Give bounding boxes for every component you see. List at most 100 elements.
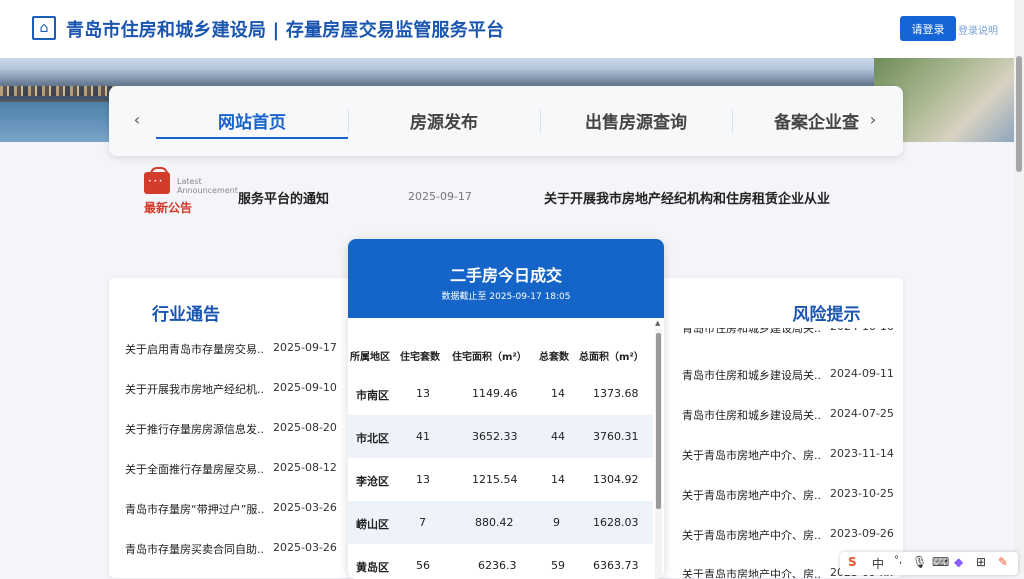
list-item-date: 2025-03-26 <box>273 541 337 554</box>
list-item-title: 关于青岛市房地产中介、房... <box>682 449 822 462</box>
table-scroll-up-icon[interactable]: ▲ <box>655 319 660 327</box>
nav-item-sale-search[interactable]: 出售房源查询 <box>540 108 732 133</box>
home-logo-icon[interactable]: ⌂ <box>32 16 56 40</box>
table-cell: 3760.31 <box>593 430 639 443</box>
nav-item-listing-publish[interactable]: 房源发布 <box>348 108 540 133</box>
chevron-right-icon[interactable]: › <box>865 110 881 129</box>
announcement-date: 2025-09-17 <box>408 190 472 203</box>
list-item-date: 2025-08-12 <box>273 461 337 474</box>
table-cell: 市南区 <box>356 389 389 402</box>
announcement-item[interactable]: 关于开展我市房地产经纪机构和住房租赁企业从业 <box>544 188 854 207</box>
list-item-title: 关于青岛市房地产中介、房... <box>682 568 822 578</box>
nav-item-home[interactable]: 网站首页 <box>156 108 348 133</box>
page-scrollbar-thumb[interactable] <box>1016 56 1022 172</box>
list-item-title: 关于推行存量房房源信息发... <box>125 423 265 436</box>
risk-notice-panel: 风险提示 青岛市住房和城乡建设局关... 2024-10-16 青岛市住房和城乡建… <box>642 278 903 578</box>
table-row: 李沧区 13 1215.54 14 1304.92 <box>348 458 653 501</box>
table-cell: 6363.73 <box>593 559 639 572</box>
chevron-left-icon[interactable]: ‹ <box>129 110 145 129</box>
table-cell: 李沧区 <box>356 475 389 488</box>
daily-deals-header: 二手房今日成交 数据截止至 2025-09-17 18:05 <box>348 239 664 318</box>
table-scrollbar-thumb[interactable] <box>656 333 661 509</box>
table-cell: 6236.3 <box>478 559 517 572</box>
toolbox-icon[interactable]: ✎ <box>998 555 1008 569</box>
list-item-title: 青岛市住房和城乡建设局关... <box>682 409 822 422</box>
main-nav: ‹ 网站首页 房源发布 出售房源查询 备案企业查 › <box>109 86 903 156</box>
list-item[interactable]: 关于全面推行存量房屋交易... 2025-08-12 <box>125 461 361 479</box>
list-item-title: 关于开展我市房地产经纪机... <box>125 383 265 396</box>
list-item-title: 青岛市住房和城乡建设局关... <box>682 328 822 335</box>
table-cell: 3652.33 <box>472 430 518 443</box>
table-cell: 崂山区 <box>356 518 389 531</box>
sogou-icon[interactable]: S <box>848 555 857 569</box>
table-cell: 7 <box>419 516 426 529</box>
list-item[interactable]: 青岛市住房和城乡建设局关... 2024-07-25 <box>682 407 894 425</box>
table-cell: 市北区 <box>356 432 389 445</box>
column-header: 所属地区 <box>350 352 390 363</box>
ime-toolbar: S 中 °, 🎙 ⌨ ◆ ⊞ ✎ <box>840 552 1018 575</box>
table-cell: 9 <box>553 516 560 529</box>
top-header: ⌂ 青岛市住房和城乡建设局 | 存量房屋交易监管服务平台 请登录 登录说明 <box>0 0 1014 58</box>
list-item[interactable]: 关于青岛市房地产中介、房... 2023-10-25 <box>682 487 894 505</box>
skin-icon[interactable]: ◆ <box>954 555 963 569</box>
column-header: 总面积（m²） <box>579 352 644 363</box>
industry-notice-title[interactable]: 行业通告 <box>109 300 317 325</box>
list-item-date: 2023-09-26 <box>830 527 894 540</box>
list-item[interactable]: 关于推行存量房房源信息发... 2025-08-20 <box>125 421 361 439</box>
list-item[interactable]: 青岛市住房和城乡建设局关... 2024-10-16 <box>682 328 893 338</box>
list-item-title: 关于全面推行存量房屋交易... <box>125 463 265 476</box>
table-cell: 14 <box>551 473 565 486</box>
table-row: 市南区 13 1149.46 14 1373.68 <box>348 372 653 415</box>
daily-deals-card: 二手房今日成交 数据截止至 2025-09-17 18:05 所属地区 住宅套数… <box>348 239 664 579</box>
list-item-date: 2024-07-25 <box>830 407 894 420</box>
list-item-title: 关于青岛市房地产中介、房... <box>682 489 822 502</box>
column-header: 住宅套数 <box>400 352 440 363</box>
list-item[interactable]: 关于青岛市房地产中介、房... 2023-11-14 <box>682 447 894 465</box>
list-item[interactable]: 青岛市存量房“带押过户”服... 2025-03-26 <box>125 501 361 519</box>
announcement-icon <box>144 167 170 194</box>
announcement-item[interactable]: 服务平台的通知 <box>238 188 329 207</box>
table-cell: 13 <box>416 473 430 486</box>
table-cell: 1373.68 <box>593 387 639 400</box>
table-cell: 14 <box>551 387 565 400</box>
list-item[interactable]: 关于开展我市房地产经纪机... 2025-09-10 <box>125 381 361 399</box>
column-header: 住宅面积（m²） <box>452 352 527 363</box>
list-item-date: 2025-09-17 <box>273 341 337 354</box>
list-item[interactable]: 青岛市住房和城乡建设局关... 2024-09-11 <box>682 367 894 385</box>
table-cell: 41 <box>416 430 430 443</box>
list-item[interactable]: 关于启用青岛市存量房交易... 2025-09-17 <box>125 341 361 359</box>
punctuation-icon[interactable]: °, <box>894 555 902 566</box>
list-item-date: 2024-09-11 <box>830 367 894 380</box>
list-item-date: 2023-10-25 <box>830 487 894 500</box>
list-item-title: 关于青岛市房地产中介、房... <box>682 529 822 542</box>
grid-icon[interactable]: ⊞ <box>976 555 986 569</box>
risk-notice-title[interactable]: 风险提示 <box>696 300 903 325</box>
ime-mode-toggle[interactable]: 中 <box>872 555 884 572</box>
list-item[interactable]: 关于青岛市房地产中介、房... 2023-09-26 <box>682 527 894 545</box>
login-button[interactable]: 请登录 <box>900 16 956 41</box>
table-cell: 1304.92 <box>593 473 639 486</box>
list-item-title: 青岛市存量房“带押过户”服... <box>125 503 265 516</box>
list-item[interactable]: 青岛市存量房买卖合同自助... 2025-03-26 <box>125 541 361 559</box>
keyboard-icon[interactable]: ⌨ <box>932 555 949 569</box>
list-item-title: 关于启用青岛市存量房交易... <box>125 343 265 356</box>
announcement-label: 最新公告 <box>144 201 193 215</box>
list-item-date: 2025-08-20 <box>273 421 337 434</box>
table-row: 市北区 41 3652.33 44 3760.31 <box>348 415 653 458</box>
site-title[interactable]: 青岛市住房和城乡建设局 | 存量房屋交易监管服务平台 <box>66 16 504 42</box>
table-row: 崂山区 7 880.42 9 1628.03 <box>348 501 653 544</box>
login-help-link[interactable]: 登录说明 <box>958 22 998 37</box>
daily-deals-subtitle: 数据截止至 2025-09-17 18:05 <box>441 292 571 302</box>
industry-notice-panel: 行业通告 关于启用青岛市存量房交易... 2025-09-17 关于开展我市房地产… <box>109 278 371 578</box>
microphone-icon[interactable]: 🎙 <box>912 555 927 569</box>
table-header: 所属地区 住宅套数 住宅面积（m²） 总套数 总面积（m²） <box>348 338 653 372</box>
nav-active-underline <box>156 137 348 139</box>
table-cell: 1628.03 <box>593 516 639 529</box>
list-item-title: 青岛市存量房买卖合同自助... <box>125 543 265 556</box>
table-cell: 1215.54 <box>472 473 518 486</box>
table-cell: 56 <box>416 559 430 572</box>
table-row: 黄岛区 56 6236.3 59 6363.73 <box>348 544 653 579</box>
list-item-date: 2024-10-16 <box>830 328 893 333</box>
list-item-date: 2023-11-14 <box>830 447 894 460</box>
nav-item-registered-firms[interactable]: 备案企业查 <box>732 108 862 133</box>
